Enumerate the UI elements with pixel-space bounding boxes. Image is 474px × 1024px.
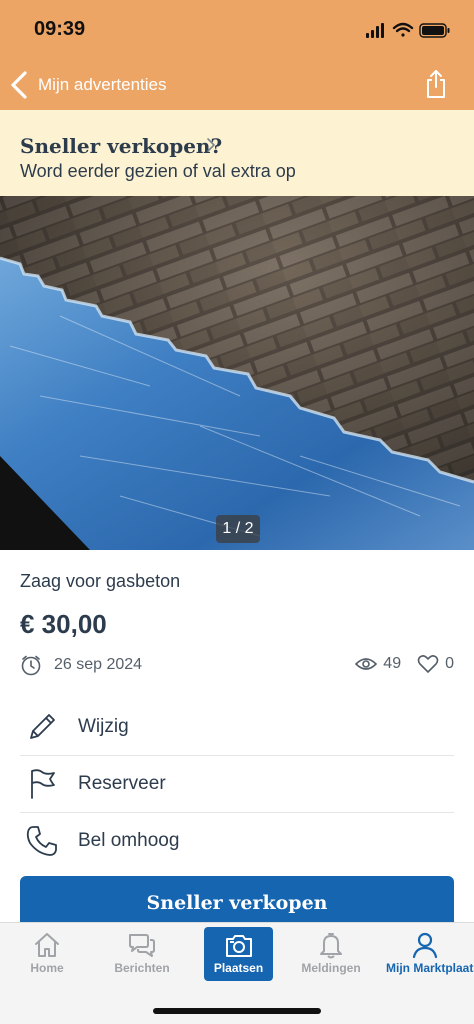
views-count: 49 <box>383 655 402 672</box>
tab-notifications-label: Meldingen <box>301 961 361 975</box>
listing-title: Zaag voor gasbeton <box>20 571 181 591</box>
status-icons <box>366 22 450 38</box>
listing-stats: 49 0 <box>355 654 454 674</box>
promo-title: Sneller verkopen? <box>20 134 223 158</box>
back-button[interactable]: Mijn advertenties <box>8 64 167 106</box>
edit-action[interactable]: Wijzig <box>20 699 454 755</box>
clock-icon <box>21 655 41 676</box>
bump-action[interactable]: Bel omhoog <box>20 813 454 869</box>
favorites-count: 0 <box>445 655 454 672</box>
promo-subtitle: Word eerder gezien of val extra op <box>20 161 296 181</box>
chevron-right-icon <box>207 138 215 152</box>
phone-icon <box>26 826 57 856</box>
battery-icon <box>419 23 450 38</box>
tab-post-label: Plaatsen <box>213 961 264 975</box>
home-icon <box>35 933 59 957</box>
listing-meta: 26 sep 2024 49 0 <box>20 654 454 678</box>
wifi-icon <box>392 22 414 37</box>
reserve-action-label: Reserveer <box>78 773 166 794</box>
home-indicator[interactable] <box>153 1008 321 1014</box>
photo-counter: 1 / 2 <box>216 515 260 543</box>
reserve-action[interactable]: Reserveer <box>20 756 454 812</box>
user-icon <box>412 932 438 959</box>
flag-icon <box>31 769 55 799</box>
listing-photo[interactable] <box>0 196 474 550</box>
saw-blade-image <box>0 196 474 550</box>
tab-home-label: Home <box>30 961 64 975</box>
promo-banner[interactable]: Sneller verkopen? Word eerder gezien of … <box>0 110 474 196</box>
tab-post[interactable]: Plaatsen <box>204 927 273 981</box>
tab-home[interactable]: Home <box>8 925 86 983</box>
listing-date: 26 sep 2024 <box>20 654 142 676</box>
tab-my-marktplaats-label: Mijn Marktplaats <box>386 961 474 975</box>
status-time: 09:39 <box>34 18 86 40</box>
tab-my-marktplaats[interactable]: Mijn Marktplaats <box>386 925 474 983</box>
tab-messages-label: Berichten <box>114 961 170 975</box>
signal-icon <box>366 23 384 38</box>
heart-icon[interactable] <box>417 654 439 674</box>
chat-icon <box>129 934 155 957</box>
camera-icon <box>225 935 252 957</box>
status-bar: 09:39 <box>0 0 474 60</box>
nav-bar: Mijn advertenties <box>0 60 474 110</box>
edit-action-label: Wijzig <box>78 716 129 737</box>
chevron-left-icon <box>11 71 27 99</box>
pencil-icon <box>30 714 55 739</box>
back-label: Mijn advertenties <box>38 75 167 94</box>
share-icon[interactable] <box>424 68 448 100</box>
bell-icon <box>320 933 342 959</box>
tab-notifications[interactable]: Meldingen <box>292 925 370 983</box>
bump-action-label: Bel omhoog <box>78 830 180 851</box>
tab-messages[interactable]: Berichten <box>103 925 181 983</box>
listing-date-text: 26 sep 2024 <box>54 656 143 673</box>
eye-icon <box>355 658 378 670</box>
listing-price: € 30,00 <box>20 609 107 639</box>
